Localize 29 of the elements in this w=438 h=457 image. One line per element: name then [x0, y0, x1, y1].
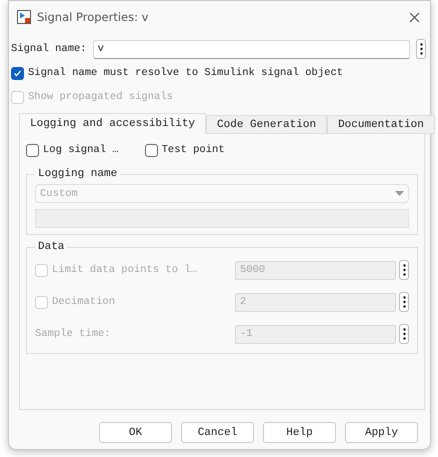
more-button[interactable] — [399, 292, 409, 312]
caret-icon — [395, 191, 404, 196]
close-icon[interactable] — [409, 12, 420, 22]
more-button[interactable] — [399, 260, 409, 280]
tab[interactable]: Code Generation — [206, 115, 328, 134]
dialog-button[interactable]: Help — [263, 422, 336, 443]
checkbox[interactable]: Signal name must resolve to Simulink signal object — [11, 66, 344, 80]
signal-name-field[interactable]: v — [92, 40, 410, 58]
more-button[interactable] — [399, 324, 409, 344]
signal-name-label: Signal name: — [11, 43, 87, 55]
dialog-button[interactable]: OK — [99, 422, 172, 443]
more-icon — [402, 328, 406, 340]
dialog-button[interactable]: Cancel — [181, 422, 254, 443]
tab[interactable]: Documentation — [327, 115, 435, 134]
group-title: Logging name — [37, 168, 118, 180]
more-icon — [402, 296, 406, 308]
block-icon — [17, 10, 31, 24]
checkmark-icon — [13, 68, 22, 78]
more-button[interactable] — [416, 39, 426, 59]
checkbox[interactable]: Test point — [144, 144, 225, 156]
group-title: Data — [37, 241, 66, 253]
sample-time-label: Sample time: — [35, 328, 111, 340]
more-icon — [420, 43, 422, 55]
more-icon — [402, 264, 406, 276]
dialog-button[interactable]: Apply — [345, 422, 418, 443]
window-title: Signal Properties: v — [37, 10, 150, 24]
checkbox[interactable]: Log signal … — [26, 144, 119, 156]
tab[interactable]: Logging and accessibility — [19, 113, 206, 134]
logging-name-field[interactable] — [35, 209, 409, 228]
